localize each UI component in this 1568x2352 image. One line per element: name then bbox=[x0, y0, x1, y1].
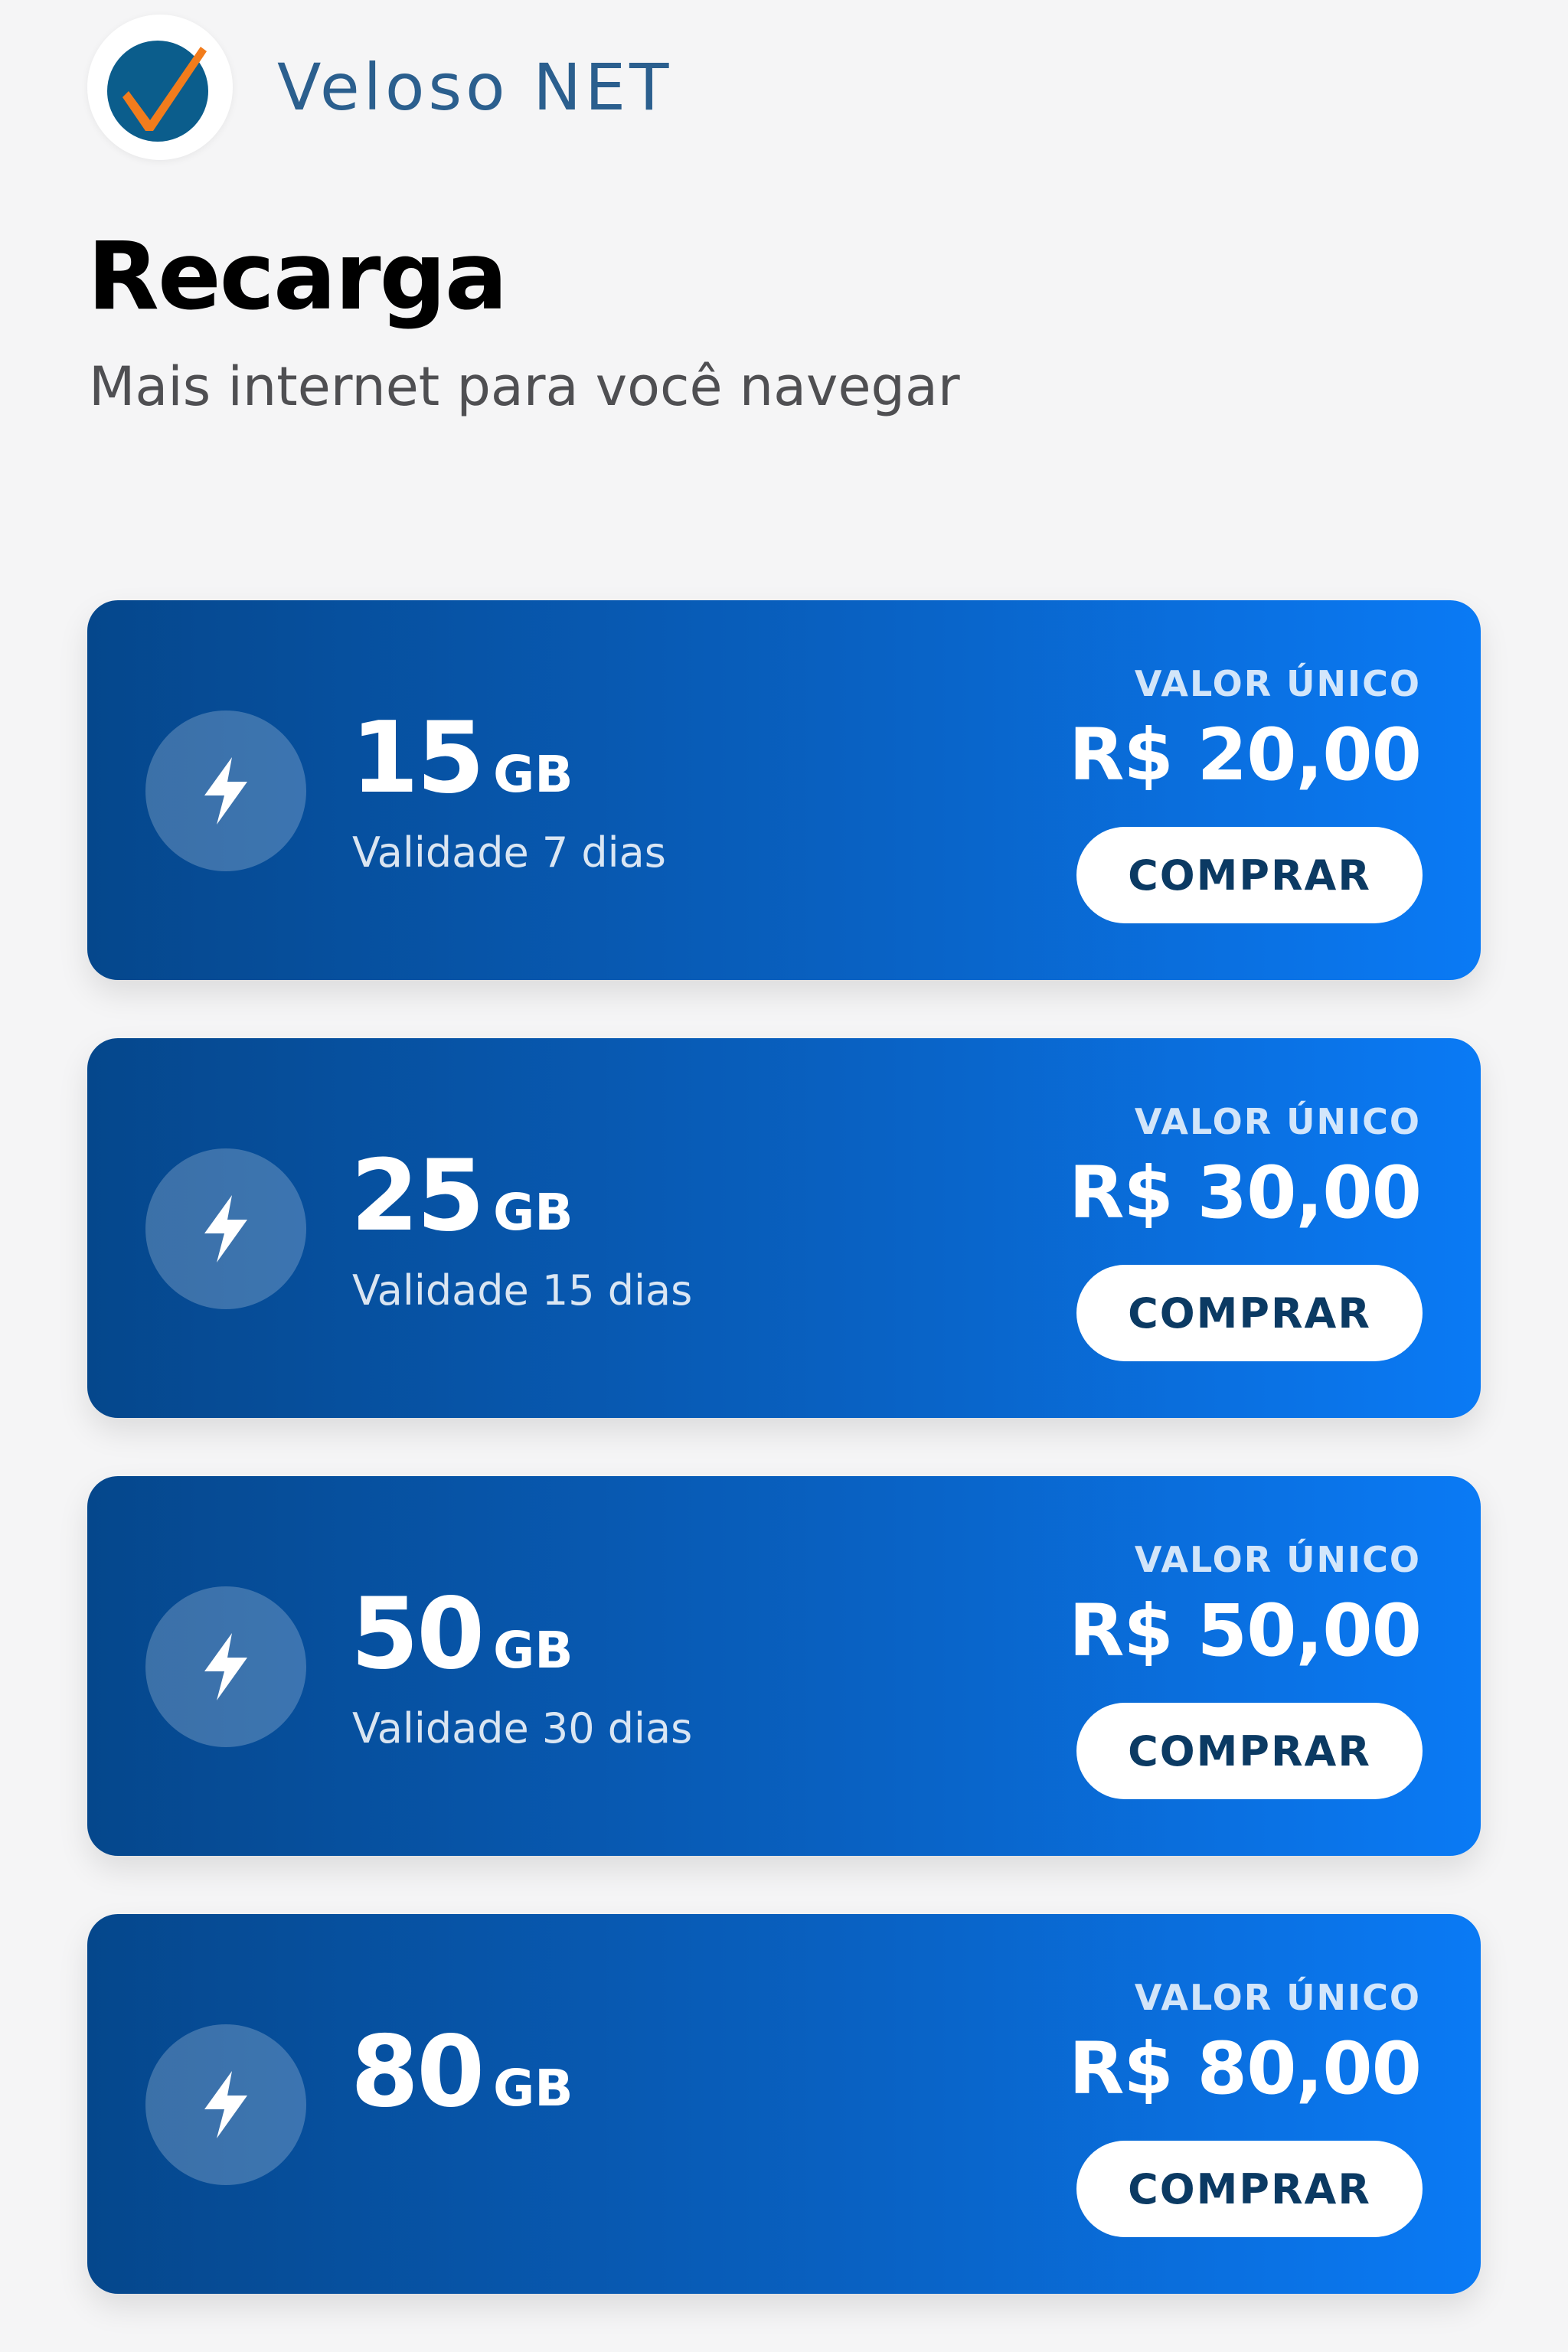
plan-validity: Validade 7 dias bbox=[352, 828, 666, 877]
plan-list: 15 GB Validade 7 dias VALOR ÚNICO R$ 20,0… bbox=[87, 600, 1481, 2352]
plan-size-number: 15 bbox=[351, 701, 485, 815]
brand-name: Veloso NET bbox=[277, 50, 673, 125]
app-header: Veloso NET bbox=[87, 14, 672, 161]
lightning-bolt-icon bbox=[145, 710, 306, 871]
plan-size-number: 80 bbox=[351, 2015, 485, 2129]
price-label: VALOR ÚNICO bbox=[1134, 1101, 1421, 1142]
plan-size-unit: GB bbox=[493, 2059, 573, 2118]
lightning-bolt-icon bbox=[145, 1586, 306, 1747]
plan-size: 50 GB bbox=[351, 1577, 573, 1691]
buy-button[interactable]: COMPRAR bbox=[1076, 1265, 1423, 1361]
plan-size-unit: GB bbox=[493, 1621, 573, 1680]
plan-size: 80 GB bbox=[351, 2015, 573, 2129]
plan-size-number: 25 bbox=[351, 1139, 485, 1253]
plan-validity: Validade 30 dias bbox=[352, 1704, 693, 1753]
plan-price: R$ 50,00 bbox=[1069, 1589, 1422, 1673]
plan-size: 15 GB bbox=[351, 701, 573, 815]
plan-price: R$ 80,00 bbox=[1069, 2027, 1422, 2111]
plan-price: R$ 30,00 bbox=[1069, 1152, 1422, 1235]
plan-card: 80 GB VALOR ÚNICO R$ 80,00 COMPRAR bbox=[87, 1914, 1481, 2294]
buy-button[interactable]: COMPRAR bbox=[1076, 2141, 1423, 2237]
price-label: VALOR ÚNICO bbox=[1134, 1977, 1421, 2018]
plan-size-unit: GB bbox=[493, 745, 573, 804]
plan-card: 15 GB Validade 7 dias VALOR ÚNICO R$ 20,0… bbox=[87, 600, 1481, 980]
plan-price: R$ 20,00 bbox=[1069, 714, 1422, 797]
plan-validity: Validade 15 dias bbox=[352, 1266, 693, 1315]
plan-card: 25 GB Validade 15 dias VALOR ÚNICO R$ 30,… bbox=[87, 1038, 1481, 1418]
page-subtitle: Mais internet para você navegar bbox=[89, 355, 960, 418]
buy-button[interactable]: COMPRAR bbox=[1076, 827, 1423, 923]
price-label: VALOR ÚNICO bbox=[1134, 1539, 1421, 1580]
lightning-bolt-icon bbox=[145, 1148, 306, 1309]
plan-size: 25 GB bbox=[351, 1139, 573, 1253]
page-title: Recarga bbox=[87, 222, 508, 331]
plan-size-unit: GB bbox=[493, 1183, 573, 1242]
checkmark-logo-icon bbox=[87, 15, 233, 160]
plan-card: 50 GB Validade 30 dias VALOR ÚNICO R$ 50,… bbox=[87, 1476, 1481, 1856]
buy-button[interactable]: COMPRAR bbox=[1076, 1703, 1423, 1799]
price-label: VALOR ÚNICO bbox=[1134, 663, 1421, 704]
plan-size-number: 50 bbox=[351, 1577, 485, 1691]
lightning-bolt-icon bbox=[145, 2024, 306, 2185]
